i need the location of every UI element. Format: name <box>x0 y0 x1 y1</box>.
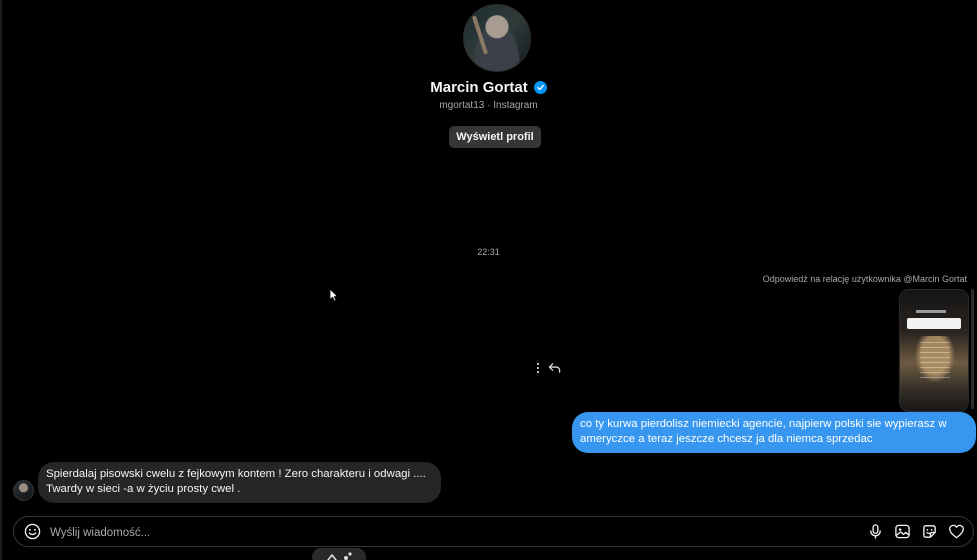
chat-window: Marcin Gortat mgortat13 · Instagram Wyśw… <box>0 0 977 560</box>
view-profile-button[interactable]: Wyświetl profil <box>449 126 541 148</box>
message-input[interactable] <box>48 522 652 543</box>
message-timestamp: 22:31 <box>477 247 500 257</box>
sticker-icon[interactable] <box>921 523 938 540</box>
story-text-lines <box>920 342 950 382</box>
floating-toolbar[interactable] <box>312 548 366 560</box>
profile-name-row: Marcin Gortat <box>0 79 977 96</box>
message-actions <box>536 362 561 374</box>
story-reply-context: Odpowiedź na relację użytkownika @Marcin… <box>762 274 967 284</box>
story-thumbnail[interactable] <box>899 289 969 412</box>
profile-name: Marcin Gortat <box>430 79 528 96</box>
message-composer <box>13 516 974 547</box>
composer-tools <box>867 523 965 540</box>
story-header-bar <box>916 310 946 313</box>
microphone-icon[interactable] <box>867 523 884 540</box>
outgoing-message[interactable]: co ty kurwa pierdolisz niemiecki agencie… <box>572 412 976 453</box>
sender-avatar[interactable] <box>13 480 34 501</box>
emoji-icon[interactable] <box>24 523 41 540</box>
mouse-cursor-icon <box>329 288 339 307</box>
reply-icon[interactable] <box>548 362 561 374</box>
verified-badge-icon <box>533 81 547 94</box>
profile-avatar[interactable] <box>463 4 531 72</box>
story-scrollbar[interactable] <box>971 289 974 409</box>
incoming-message[interactable]: Spierdalaj pisowski cwelu z fejkowym kon… <box>38 462 441 503</box>
image-icon[interactable] <box>894 523 911 540</box>
more-options-icon[interactable] <box>536 362 540 374</box>
heart-icon[interactable] <box>948 523 965 540</box>
profile-subtitle: mgortat13 · Instagram <box>439 100 538 111</box>
avatar-detail <box>471 15 489 55</box>
story-sticker <box>907 318 961 329</box>
